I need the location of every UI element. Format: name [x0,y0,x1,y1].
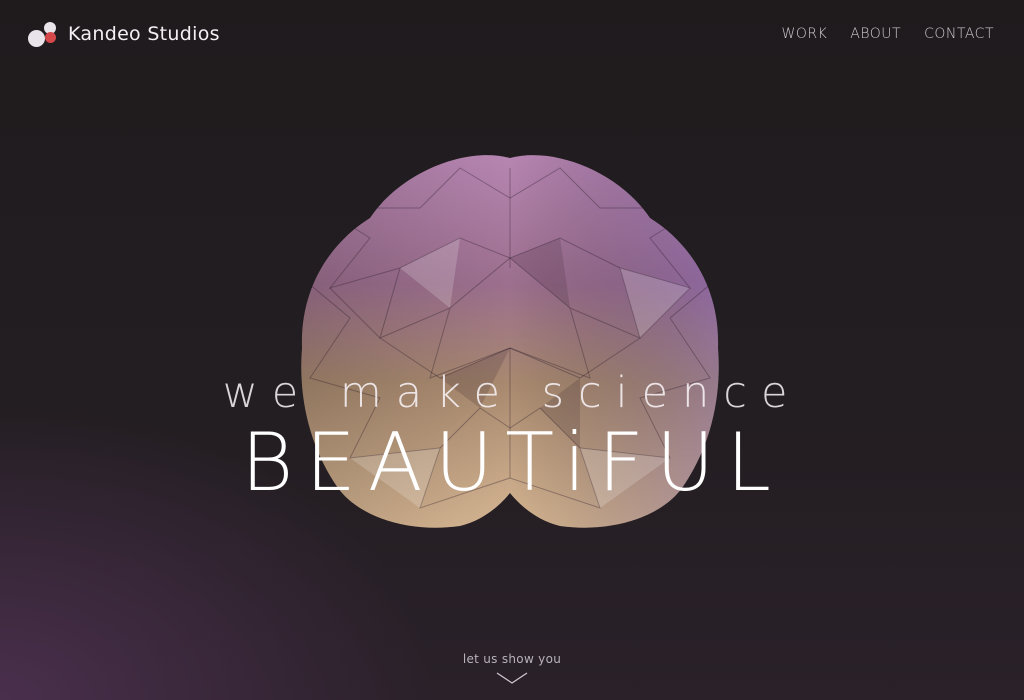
scroll-cue[interactable]: let us show you [0,652,1024,684]
hero: we make science BEAUTiFUL [0,0,1024,700]
scroll-cue-label: let us show you [462,652,562,666]
chevron-down-icon [496,672,528,684]
hero-tagline: we make science [222,368,802,418]
hero-headline: BEAUTiFUL [241,416,783,509]
